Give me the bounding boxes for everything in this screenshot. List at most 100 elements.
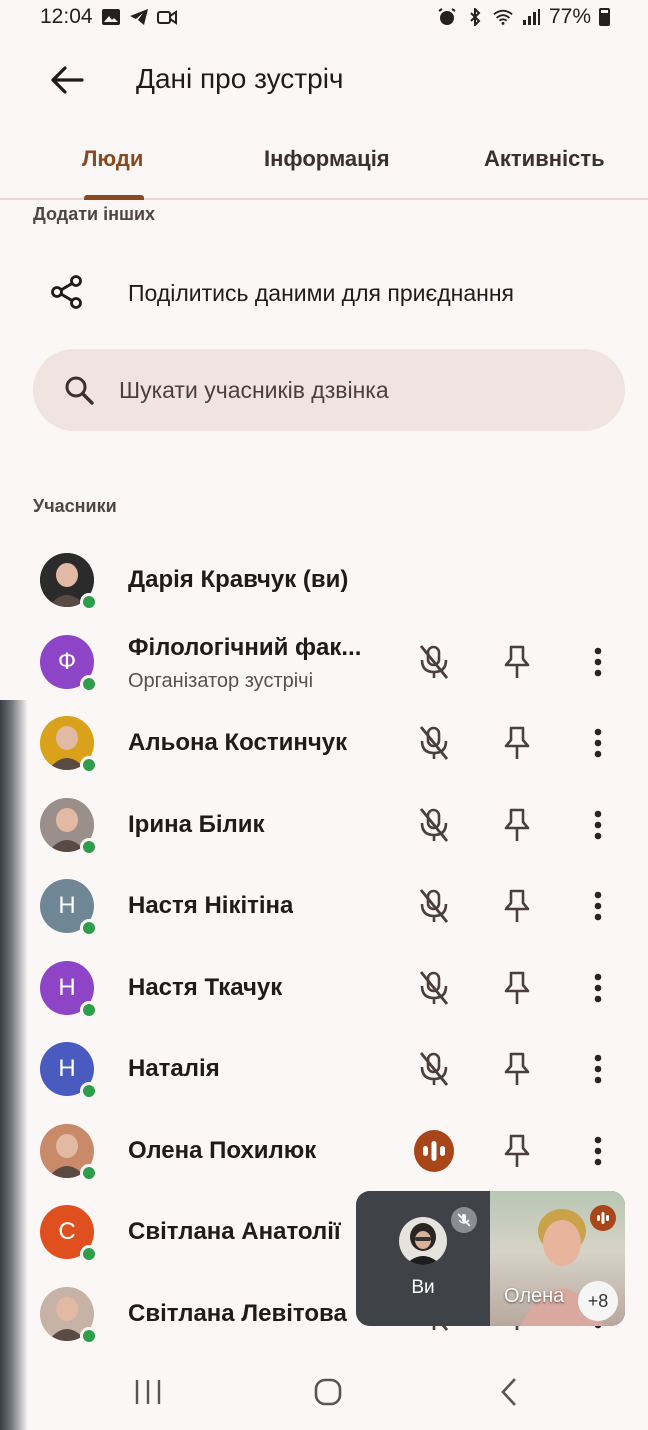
more-options-icon[interactable] <box>578 1049 618 1089</box>
gallery-icon <box>101 9 120 25</box>
tab-people[interactable]: Люди <box>82 146 143 172</box>
telegram-icon <box>129 9 148 25</box>
participant-row[interactable]: Дарія Кравчук (ви) <box>0 540 648 620</box>
mic-off-icon[interactable] <box>414 968 454 1008</box>
more-options-icon[interactable] <box>578 1131 618 1171</box>
tab-activity[interactable]: Активність <box>484 146 605 172</box>
more-options-icon[interactable] <box>578 723 618 763</box>
avatar: Н <box>40 1042 98 1100</box>
home-icon[interactable] <box>308 1374 348 1410</box>
avatar <box>40 1286 98 1345</box>
participant-name: Світлана Анатолії <box>128 1218 341 1245</box>
participants-section-label: Учасники <box>33 496 117 516</box>
avatar <box>40 797 98 856</box>
active-tab-indicator <box>84 195 144 200</box>
bluetooth-icon <box>470 8 481 26</box>
participant-name: Альона Костинчук <box>128 729 348 756</box>
online-status-dot <box>80 1000 98 1019</box>
mic-off-icon[interactable] <box>414 1049 454 1089</box>
app-bar: Дані про зустріч <box>0 45 648 115</box>
online-status-dot <box>80 919 98 937</box>
online-status-dot <box>80 1082 98 1100</box>
speaking-indicator-icon <box>590 1205 616 1231</box>
avatar <box>40 553 98 611</box>
avatar <box>40 716 98 774</box>
status-bar: 12:04 77% <box>0 0 648 34</box>
avatar: Ф <box>40 634 98 693</box>
participant-name: Настя Нікітіна <box>128 892 294 919</box>
more-options-icon[interactable] <box>578 642 618 682</box>
more-options-icon[interactable] <box>578 886 618 926</box>
system-nav-bar <box>0 1352 648 1430</box>
page-title: Дані про зустріч <box>136 63 344 94</box>
speaking-indicator-icon <box>414 1129 454 1172</box>
share-join-info-label: Поділитись даними для приєднання <box>128 280 514 306</box>
status-time: 12:04 <box>40 5 93 28</box>
pin-icon[interactable] <box>497 968 537 1008</box>
self-label: Ви <box>411 1277 435 1298</box>
tab-info[interactable]: Інформація <box>264 146 390 172</box>
avatar-initial: Н <box>58 1055 76 1082</box>
avatar: Н <box>40 879 98 937</box>
battery-percent: 77% <box>548 5 591 28</box>
participant-name: Наталія <box>128 1055 220 1082</box>
participant-name: Світлана Левітова <box>128 1299 347 1327</box>
participant-name: Олена Похилюк <box>128 1136 317 1164</box>
pin-icon[interactable] <box>497 1131 537 1171</box>
participant-name: Дарія Кравчук (ви) <box>128 566 349 593</box>
online-status-dot <box>80 1326 98 1345</box>
online-status-dot <box>80 1163 98 1182</box>
participant-row[interactable]: Н Настя Ткачук <box>0 948 648 1028</box>
avatar-initial: Н <box>58 973 76 1001</box>
avatar-initial: Н <box>58 892 76 919</box>
online-status-dot <box>80 756 98 774</box>
mic-off-icon[interactable] <box>414 886 454 926</box>
back-nav-icon[interactable] <box>490 1374 530 1410</box>
share-icon <box>51 275 82 309</box>
participant-search[interactable] <box>33 349 625 431</box>
call-preview-window[interactable]: Ви Олена +8 <box>356 1191 625 1326</box>
participant-name: Філологічний фак... <box>128 633 362 661</box>
self-tile[interactable]: Ви <box>356 1191 490 1326</box>
more-options-icon[interactable] <box>578 805 618 845</box>
participant-row[interactable]: Олена Похилюк <box>0 1111 648 1191</box>
pin-icon[interactable] <box>497 723 537 763</box>
search-icon <box>65 376 94 405</box>
recents-icon[interactable] <box>128 1374 168 1410</box>
participant-name: Настя Ткачук <box>128 973 283 1001</box>
avatar: Н <box>40 960 98 1019</box>
speaker-tile[interactable]: Олена +8 <box>490 1191 625 1326</box>
arrow-back-icon[interactable] <box>50 65 84 95</box>
online-status-dot <box>80 837 98 856</box>
alarm-icon <box>438 8 456 25</box>
mic-off-icon <box>451 1207 477 1233</box>
participant-row[interactable]: Н Наталія <box>0 1029 648 1109</box>
online-status-dot <box>80 593 98 611</box>
participant-row[interactable]: Альона Костинчук <box>0 703 648 783</box>
mic-off-icon[interactable] <box>414 805 454 845</box>
search-input[interactable] <box>119 349 599 431</box>
mic-off-icon[interactable] <box>414 723 454 763</box>
video-icon <box>156 10 177 25</box>
add-others-label: Додати інших <box>33 204 156 224</box>
tab-bar: Люди Інформація Активність <box>0 128 648 200</box>
avatar-initial: Ф <box>57 647 77 675</box>
pin-icon[interactable] <box>497 642 537 682</box>
participant-name: Ірина Білик <box>128 810 265 838</box>
mic-off-icon[interactable] <box>414 642 454 682</box>
participant-row[interactable]: Н Настя Нікітіна <box>0 866 648 946</box>
online-status-dot <box>80 674 98 693</box>
participant-row[interactable]: Ірина Білик <box>0 785 648 865</box>
pin-icon[interactable] <box>497 886 537 926</box>
avatar: С <box>40 1205 98 1263</box>
battery-icon <box>599 8 610 26</box>
pin-icon[interactable] <box>497 805 537 845</box>
more-options-icon[interactable] <box>578 968 618 1008</box>
more-participants-badge[interactable]: +8 <box>578 1281 618 1321</box>
pin-icon[interactable] <box>497 1049 537 1089</box>
avatar-initial: С <box>58 1218 76 1245</box>
signal-icon <box>522 9 540 25</box>
online-status-dot <box>80 1245 98 1263</box>
participant-row[interactable]: Ф Філологічний фак... Організатор зустрічі <box>0 622 648 702</box>
share-join-info-button[interactable]: Поділитись даними для приєднання <box>0 262 648 326</box>
